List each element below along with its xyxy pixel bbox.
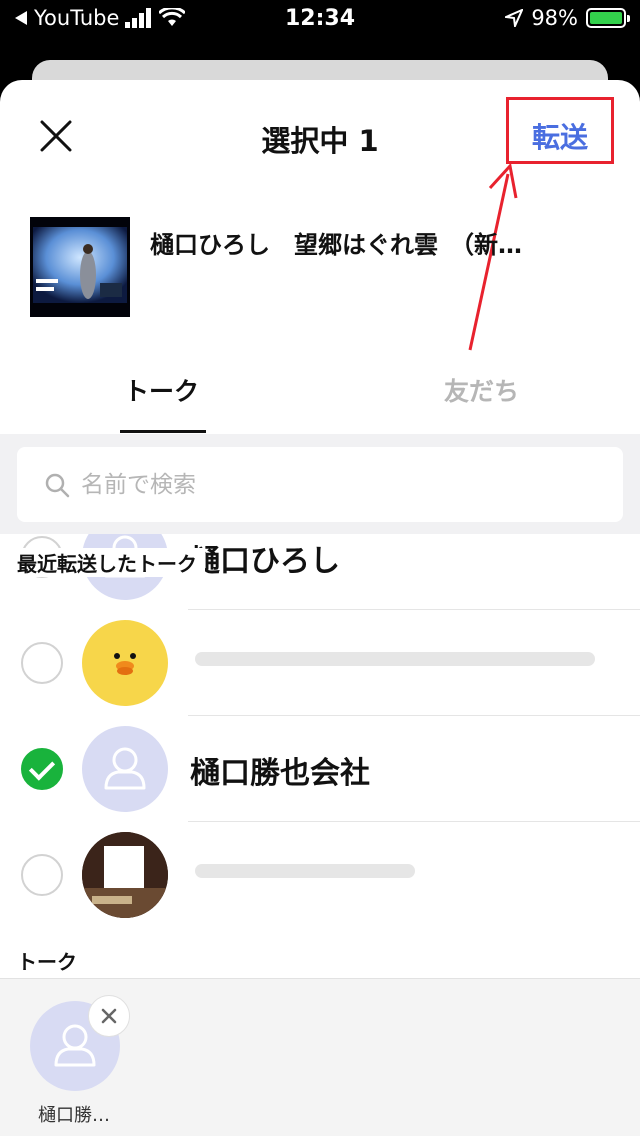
search-area xyxy=(0,434,640,534)
select-radio[interactable] xyxy=(21,642,63,684)
section-recent-label: 最近転送したトーク xyxy=(17,548,205,577)
location-arrow-icon xyxy=(505,9,524,27)
active-tab-indicator xyxy=(120,430,206,433)
list-item[interactable]: 樋口勝也会社 xyxy=(0,716,640,822)
share-sheet: 選択中 1 転送 樋口ひろし 望郷はぐれ雲 （新… トーク 友だち 名前で検索 … xyxy=(0,80,640,1136)
forward-button[interactable]: 転送 xyxy=(509,116,611,156)
section-talk-label: トーク xyxy=(17,950,77,974)
status-right: 98% xyxy=(505,6,630,30)
contact-list[interactable]: 最近転送したトーク 樋口ひろし 樋口勝也会社 トーク xyxy=(0,534,640,978)
avatar xyxy=(82,726,168,812)
default-person-icon xyxy=(104,747,146,790)
search-box[interactable] xyxy=(17,447,623,522)
select-radio-checked[interactable] xyxy=(21,748,63,790)
selected-name: 樋口勝… xyxy=(38,1105,110,1126)
video-title: 樋口ひろし 望郷はぐれ雲 （新… xyxy=(150,231,522,259)
sheet-header: 選択中 1 転送 xyxy=(0,80,640,190)
contact-name: 樋口ひろし xyxy=(190,544,340,579)
battery-icon xyxy=(586,8,630,28)
avatar xyxy=(82,620,168,706)
search-input[interactable] xyxy=(81,447,601,522)
redacted-name xyxy=(195,864,415,878)
search-icon xyxy=(45,473,70,498)
list-item[interactable] xyxy=(0,610,640,716)
tab-bar: トーク 友だち xyxy=(0,342,640,434)
battery-percent: 98% xyxy=(531,6,578,30)
shared-video-preview: 樋口ひろし 望郷はぐれ雲 （新… xyxy=(30,217,610,317)
video-thumbnail xyxy=(30,217,130,317)
status-bar: YouTube 12:34 98% xyxy=(0,0,640,40)
list-item[interactable] xyxy=(0,822,640,928)
tab-talk[interactable]: トーク xyxy=(124,372,199,408)
annotation-highlight-box: 転送 xyxy=(506,97,614,164)
tab-friends[interactable]: 友だち xyxy=(444,372,519,408)
remove-selection-button[interactable] xyxy=(88,995,130,1037)
photo-avatar-icon xyxy=(82,832,168,918)
select-radio[interactable] xyxy=(21,854,63,896)
redacted-name xyxy=(195,652,595,666)
contact-name: 樋口勝也会社 xyxy=(190,756,370,791)
avatar xyxy=(82,832,168,918)
chick-icon xyxy=(114,653,136,675)
close-icon xyxy=(101,1008,117,1024)
selected-tray: 樋口勝… xyxy=(0,978,640,1136)
